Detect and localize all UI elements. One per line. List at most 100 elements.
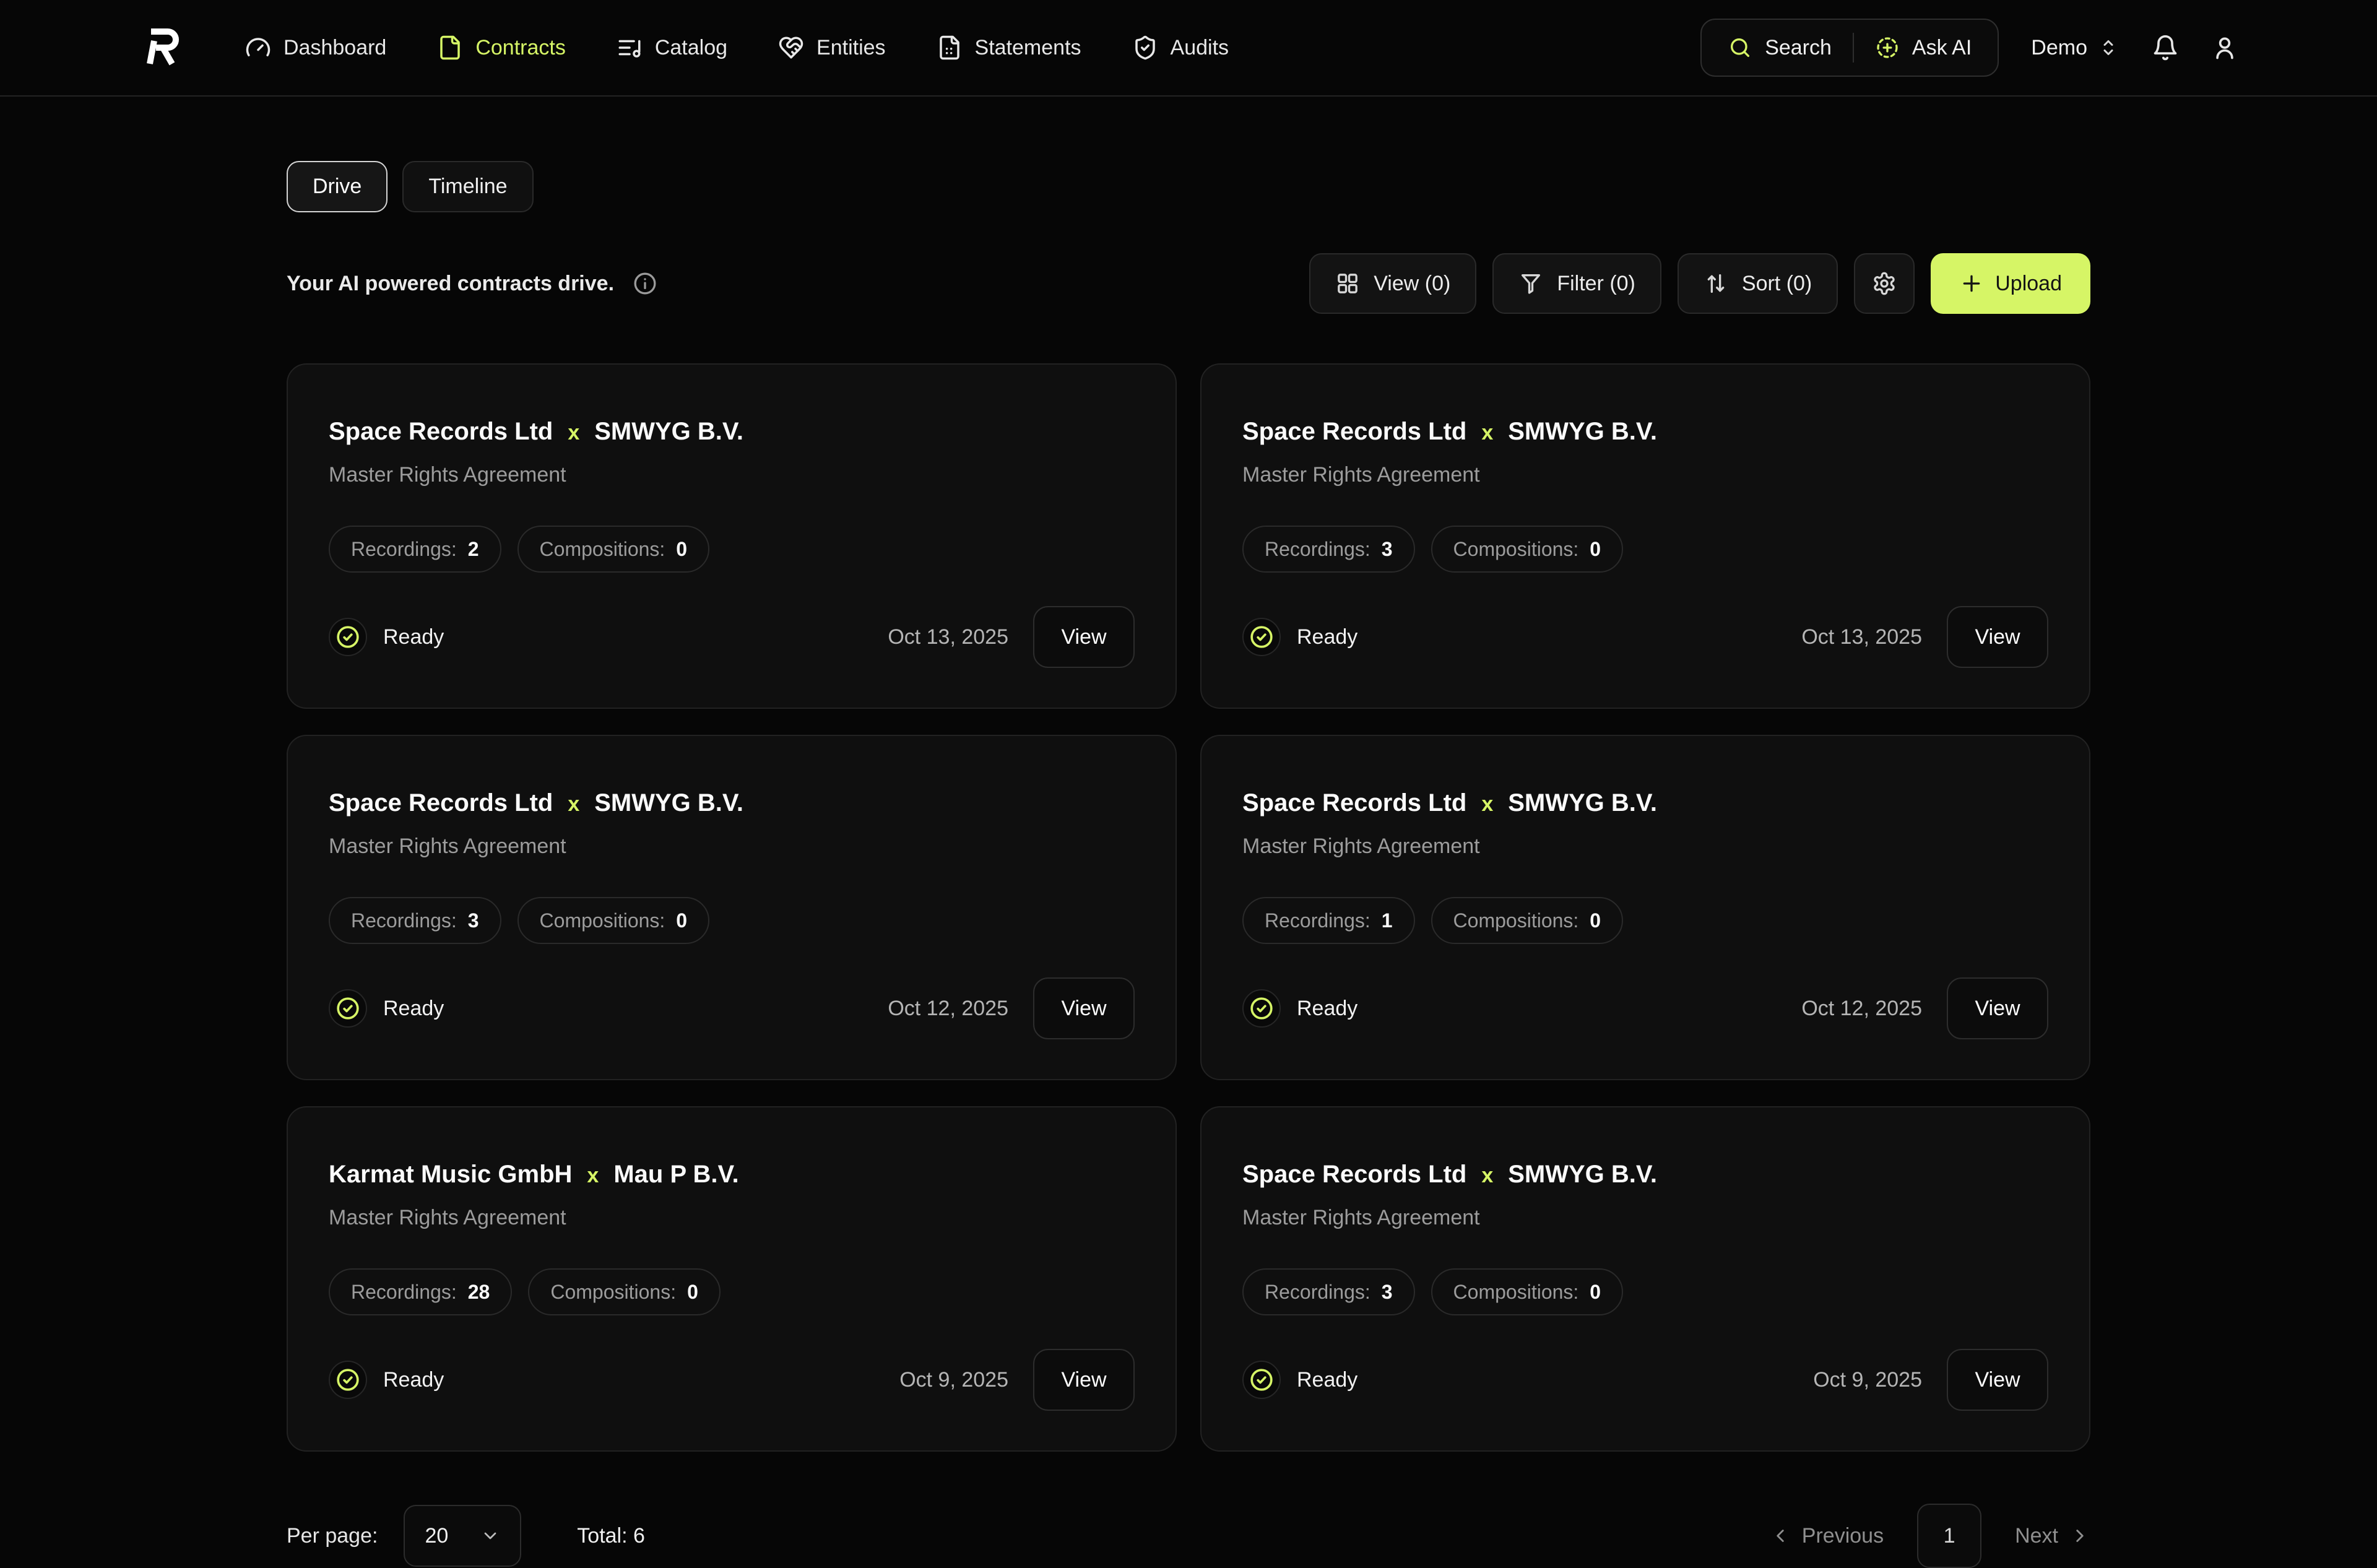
nav-item-audits[interactable]: Audits [1132,35,1229,61]
arrow-up-down-icon [1704,271,1728,296]
party-b: SMWYG B.V. [594,418,743,446]
count-badges: Recordings: 2 Compositions: 0 [329,526,1135,573]
status-chip [1242,1361,1281,1399]
compositions-badge: Compositions: 0 [1431,526,1624,573]
contract-card: Karmat Music GmbH x Mau P B.V. Master Ri… [287,1106,1177,1452]
view-contract-button[interactable]: View [1033,1349,1135,1411]
bell-icon[interactable] [2152,34,2179,61]
view-contract-button[interactable]: View [1947,1349,2048,1411]
nav-item-catalog[interactable]: Catalog [617,35,727,61]
recordings-badge: Recordings: 1 [1242,897,1415,944]
agreement-type: Master Rights Agreement [1242,834,2048,859]
next-page-button[interactable]: Next [2015,1524,2090,1548]
recordings-label: Recordings: [1265,538,1370,561]
status-label: Ready [1297,997,1357,1021]
tab-timeline[interactable]: Timeline [402,161,533,212]
next-label: Next [2015,1524,2058,1548]
ask-ai-button[interactable]: Ask AI [1875,35,1972,60]
check-circle-icon [1249,625,1274,649]
nav-item-contracts[interactable]: Contracts [437,35,566,61]
party-a: Space Records Ltd [329,418,553,446]
recordings-label: Recordings: [351,1281,457,1304]
view-button[interactable]: View (0) [1309,253,1476,314]
compositions-count: 0 [676,909,687,932]
agreement-type: Master Rights Agreement [329,463,1135,487]
nav-item-statements[interactable]: Statements [937,35,1081,61]
check-circle-icon [336,625,360,649]
previous-page-button[interactable]: Previous [1770,1524,1884,1548]
party-a: Space Records Ltd [329,789,553,817]
party-a: Space Records Ltd [1242,1161,1466,1189]
tab-drive[interactable]: Drive [287,161,388,212]
chevron-down-icon [480,1526,500,1546]
recordings-badge: Recordings: 2 [329,526,501,573]
per-page-label: Per page: [287,1524,378,1548]
contract-card: Space Records Ltd x SMWYG B.V. Master Ri… [1200,1106,2090,1452]
view-contract-button[interactable]: View [1947,606,2048,668]
settings-button[interactable] [1854,253,1915,314]
party-a: Space Records Ltd [1242,418,1466,446]
per-page-group: Per page: 20 Total: 6 [287,1505,645,1567]
compositions-count: 0 [1590,538,1601,561]
brand-logo-r-icon[interactable] [139,25,183,70]
status-label: Ready [383,1368,444,1392]
info-icon[interactable] [633,271,657,296]
contract-title: Space Records Ltd x SMWYG B.V. [329,418,1135,446]
card-status-row: Ready Oct 9, 2025 View [329,1349,1135,1411]
search-button[interactable]: Search [1728,35,1832,60]
nav-item-label: Entities [816,36,886,60]
contract-card: Space Records Ltd x SMWYG B.V. Master Ri… [287,735,1177,1080]
gauge-icon [245,35,271,61]
plus-icon [1959,271,1984,296]
page-subtitle: Your AI powered contracts drive. [287,272,614,296]
recordings-label: Recordings: [351,909,457,932]
contracts-page: Drive Timeline Your AI powered contracts… [287,161,2090,1568]
nav-item-dashboard[interactable]: Dashboard [245,35,386,61]
parties-connector: x [568,421,579,445]
count-badges: Recordings: 3 Compositions: 0 [1242,1268,2048,1315]
status-label: Ready [1297,1368,1357,1392]
card-status-row: Ready Oct 13, 2025 View [329,606,1135,668]
recordings-label: Recordings: [1265,1281,1370,1304]
funnel-icon [1518,271,1543,296]
sort-button[interactable]: Sort (0) [1678,253,1838,314]
contract-title: Space Records Ltd x SMWYG B.V. [329,789,1135,817]
chevron-left-icon [1770,1525,1791,1546]
view-contract-button[interactable]: View [1033,606,1135,668]
shield-check-icon [1132,35,1158,61]
contracts-grid: Space Records Ltd x SMWYG B.V. Master Ri… [287,363,2090,1452]
nav-item-entities[interactable]: Entities [778,35,886,61]
contract-title: Karmat Music GmbH x Mau P B.V. [329,1161,1135,1189]
party-a: Karmat Music GmbH [329,1161,572,1189]
compositions-label: Compositions: [1453,538,1579,561]
per-page-select[interactable]: 20 [404,1505,521,1567]
org-switcher-label: Demo [2031,36,2087,60]
drive-info-row: Your AI powered contracts drive. View (0… [287,253,2090,314]
pagination-bar: Per page: 20 Total: 6 Previous 1 Next [287,1504,2090,1568]
page-number-button[interactable]: 1 [1917,1504,1981,1568]
contract-date: Oct 12, 2025 [1801,997,1922,1021]
user-icon[interactable] [2211,34,2238,61]
contract-date: Oct 13, 2025 [888,625,1008,649]
view-contract-button[interactable]: View [1033,977,1135,1039]
ask-ai-label: Ask AI [1912,36,1972,60]
count-badges: Recordings: 28 Compositions: 0 [329,1268,1135,1315]
view-contract-button[interactable]: View [1947,977,2048,1039]
recordings-label: Recordings: [351,538,457,561]
status-chip [329,618,367,656]
check-circle-icon [1249,1367,1274,1392]
agreement-type: Master Rights Agreement [1242,463,2048,487]
recordings-count: 3 [1382,1281,1393,1304]
upload-button[interactable]: Upload [1931,253,2090,314]
compositions-badge: Compositions: 0 [1431,1268,1624,1315]
heart-handshake-icon [778,35,804,61]
filter-button[interactable]: Filter (0) [1492,253,1661,314]
view-button-label: View (0) [1374,272,1450,296]
drive-toolbar: View (0) Filter (0) Sort (0) Upload [1309,253,2090,314]
recordings-count: 1 [1382,909,1393,932]
org-switcher[interactable]: Demo [2031,36,2119,60]
recordings-count: 28 [468,1281,490,1304]
compositions-label: Compositions: [550,1281,676,1304]
ask-ai-icon [1875,35,1900,60]
recordings-badge: Recordings: 28 [329,1268,512,1315]
